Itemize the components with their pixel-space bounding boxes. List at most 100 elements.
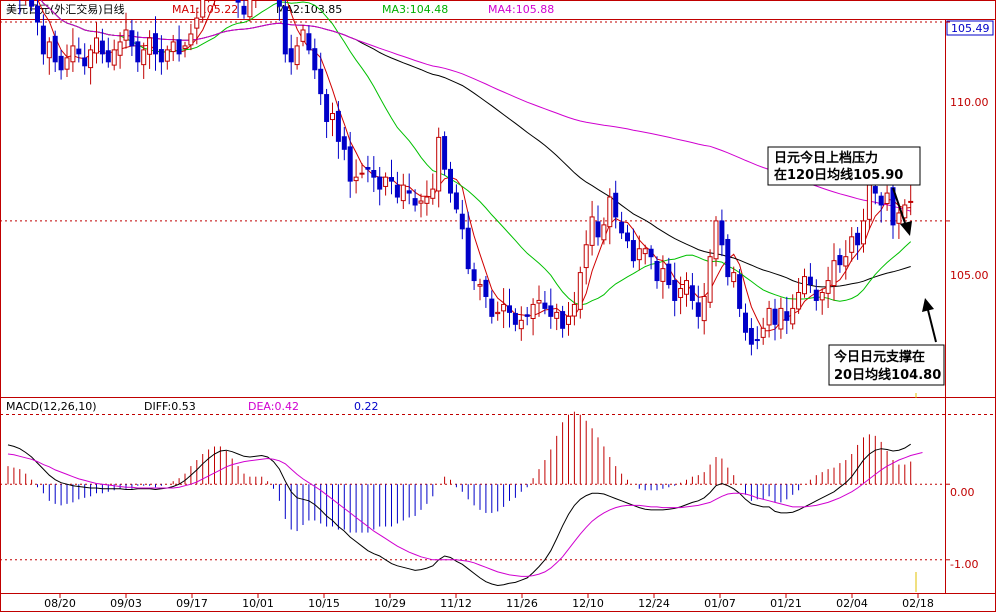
- candle-body: [689, 285, 695, 301]
- candle-body: [29, 0, 35, 7]
- candle-body: [164, 49, 170, 62]
- candle-body: [82, 57, 88, 67]
- candle-body: [52, 35, 58, 63]
- candle-body: [849, 236, 855, 253]
- candle-body: [235, 0, 241, 3]
- candle-body: [636, 248, 642, 261]
- candle-body: [813, 289, 819, 301]
- candle-body: [831, 260, 837, 287]
- candle-body: [335, 110, 341, 142]
- candle-body: [560, 311, 566, 329]
- candle-body: [176, 39, 182, 55]
- ytick-label-110: 110.00: [950, 96, 989, 109]
- candle-body: [111, 49, 117, 66]
- candle-body: [312, 48, 318, 71]
- candle-body: [707, 256, 713, 303]
- candle-body: [288, 48, 294, 63]
- candle-body: [64, 57, 70, 70]
- candle-body: [483, 279, 489, 297]
- candle-body: [35, 5, 40, 23]
- candle-body: [701, 295, 707, 322]
- candle-body: [182, 45, 188, 49]
- candle-body: [802, 276, 807, 295]
- support-annotation-line2: 20日均线104.80: [834, 367, 941, 383]
- candle-body: [807, 276, 813, 286]
- candle-body: [76, 48, 82, 55]
- candle-body: [684, 280, 689, 295]
- candle-body: [725, 238, 731, 278]
- candle-body: [843, 256, 849, 267]
- candle-body: [642, 248, 648, 255]
- xtick-label: 02/18: [902, 597, 934, 610]
- candle-body: [518, 319, 524, 330]
- xtick-label: 01/07: [704, 597, 736, 610]
- candle-body: [153, 33, 158, 55]
- candle-body: [501, 303, 507, 312]
- candle-body: [465, 227, 471, 270]
- candle-body: [471, 269, 477, 282]
- candle-body: [436, 136, 442, 192]
- candle-body: [117, 41, 123, 56]
- candle-body: [654, 260, 660, 282]
- candle-body: [548, 305, 554, 317]
- candle-body: [347, 146, 353, 182]
- candle-body: [878, 195, 884, 206]
- candle-body: [778, 307, 784, 330]
- xtick-label: 08/20: [44, 597, 76, 610]
- candle-body: [630, 240, 636, 262]
- candle-body: [861, 220, 866, 245]
- candle-body: [123, 29, 129, 41]
- macd-name-label: MACD(12,26,10): [6, 400, 97, 413]
- candle-body: [566, 315, 571, 325]
- candle-body: [524, 314, 530, 317]
- xtick-label: 12/10: [572, 597, 604, 610]
- resistance-annotation-line2: 在120日均线105.90: [774, 167, 903, 183]
- candle-body: [648, 248, 654, 258]
- candle-body: [306, 33, 312, 51]
- xtick-label: 10/15: [308, 597, 340, 610]
- candle-body: [330, 113, 335, 121]
- candle-body: [583, 244, 589, 269]
- candle-body: [459, 213, 465, 230]
- candle-body: [300, 29, 306, 42]
- candle-body: [855, 232, 861, 246]
- candle-body: [88, 49, 94, 69]
- candle-body: [365, 167, 371, 170]
- candle-body: [619, 221, 625, 234]
- candle-body: [571, 303, 577, 317]
- candle-body: [241, 5, 247, 15]
- candle-body: [512, 312, 518, 325]
- candle-body: [40, 25, 46, 55]
- candle-body: [282, 6, 288, 55]
- candle-body: [412, 198, 418, 206]
- candle-body: [743, 312, 748, 333]
- candle-body: [276, 0, 282, 7]
- macd-ytick-label-0: 0.00: [950, 486, 975, 499]
- candle: [707, 249, 713, 308]
- candle-body: [660, 268, 666, 282]
- candle-body: [678, 288, 684, 298]
- candle-body: [536, 299, 542, 304]
- candle-body: [353, 176, 359, 182]
- candle-body: [46, 41, 52, 59]
- candle-body: [884, 192, 890, 205]
- candle-body: [713, 220, 719, 260]
- xtick-label: 10/29: [374, 597, 406, 610]
- candle-body: [453, 192, 459, 210]
- candle-body: [394, 184, 400, 198]
- candle: [713, 216, 719, 267]
- candle-body: [389, 177, 394, 182]
- candle-body: [825, 280, 831, 294]
- candle-body: [147, 37, 153, 55]
- ma3-label: MA3:104.48: [382, 3, 448, 16]
- candle-body: [294, 45, 300, 66]
- candle-body: [406, 190, 412, 194]
- candle-body: [489, 298, 495, 317]
- candle-body: [837, 255, 843, 266]
- candle-body: [430, 188, 436, 199]
- xtick-label: 12/24: [638, 597, 670, 610]
- candle-body: [371, 170, 377, 178]
- candle-body: [495, 311, 501, 315]
- candle-body: [625, 232, 630, 242]
- candle-body: [672, 279, 678, 301]
